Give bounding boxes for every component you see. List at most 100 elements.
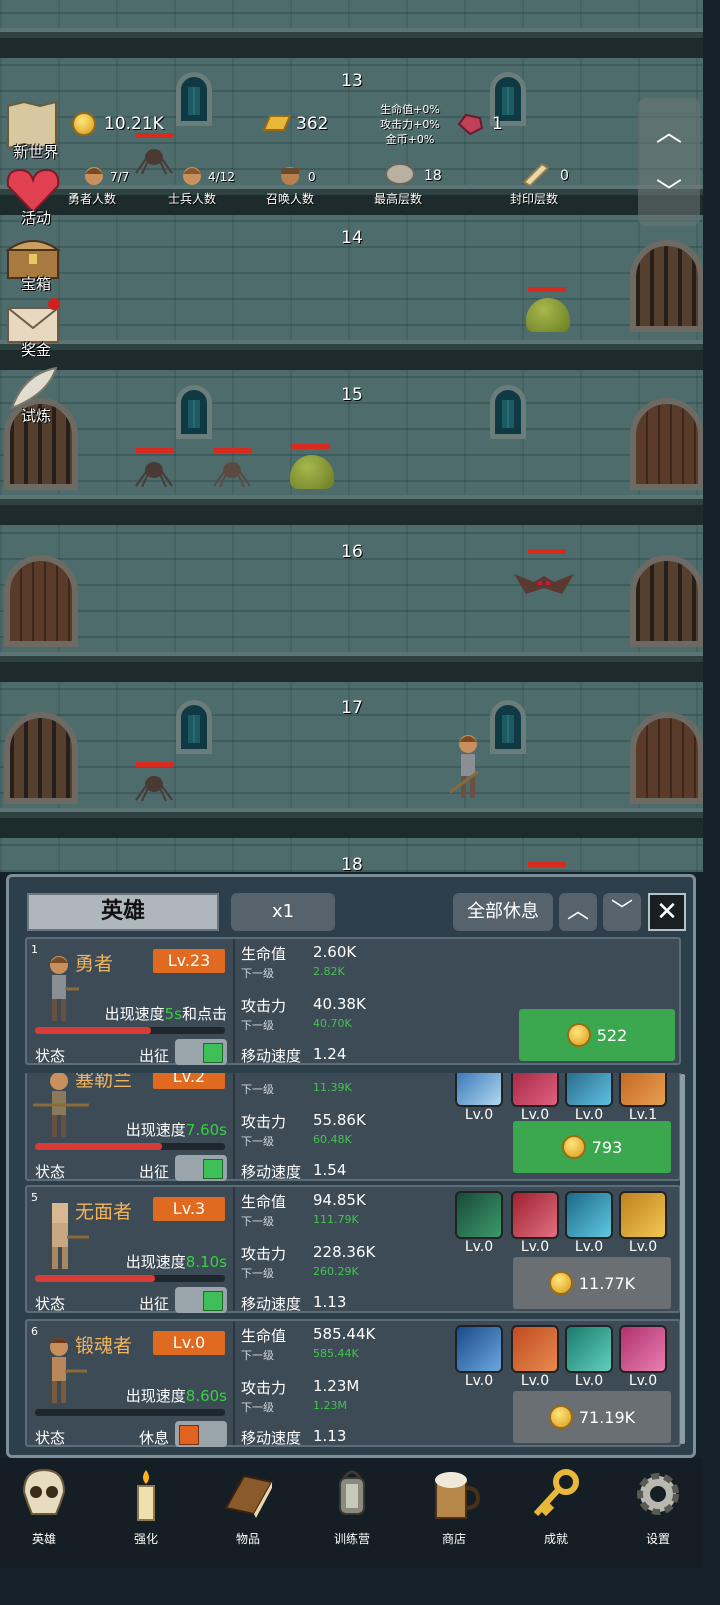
nav-shop-label: 商店 bbox=[441, 1532, 466, 1546]
skill-level: Lv.0 bbox=[520, 1373, 550, 1389]
skill-icon[interactable] bbox=[511, 1073, 559, 1107]
atk-label: 攻击力 bbox=[241, 1379, 287, 1397]
hp-label: 生命值 bbox=[241, 945, 287, 963]
atk-next-value: 40.70K bbox=[313, 1017, 352, 1030]
hp-label: 生命值 bbox=[241, 1193, 287, 1211]
deploy-toggle[interactable] bbox=[175, 1039, 227, 1065]
floor-number: 16 bbox=[341, 542, 363, 562]
spider-enemy[interactable] bbox=[134, 458, 174, 488]
upgrade-button[interactable]: 11.77K bbox=[513, 1257, 671, 1309]
upgrade-button[interactable]: 71.19K bbox=[513, 1391, 671, 1443]
skill-icon[interactable] bbox=[455, 1073, 503, 1107]
deploy-toggle[interactable] bbox=[175, 1155, 227, 1181]
spider-enemy[interactable] bbox=[134, 145, 174, 175]
side-event-button[interactable]: 活动 bbox=[4, 166, 64, 227]
sealed-floor-value: 0 bbox=[560, 168, 569, 184]
window bbox=[176, 700, 212, 754]
spider-enemy[interactable] bbox=[134, 772, 174, 802]
candle-icon bbox=[137, 1470, 155, 1521]
nav-achievement[interactable]: 成就 bbox=[524, 1466, 588, 1547]
window bbox=[176, 72, 212, 126]
side-trial-button[interactable]: 试炼 bbox=[4, 364, 64, 425]
hero-hp-bar bbox=[35, 1143, 225, 1150]
spider-enemy[interactable] bbox=[212, 458, 252, 488]
atk-next-label: 下一级 bbox=[241, 1135, 274, 1148]
coin-icon bbox=[548, 1405, 573, 1429]
close-button[interactable]: ✕ bbox=[648, 893, 686, 931]
nav-enhance[interactable]: 强化 bbox=[114, 1466, 178, 1547]
move-label: 移动速度 bbox=[241, 1429, 302, 1447]
sword-skill-icon[interactable] bbox=[455, 1191, 503, 1239]
hero-card[interactable]: 5 无面者 Lv.3 出现速度8.10s 状态 出征 生命值 94.85K 下一… bbox=[25, 1185, 681, 1313]
hero-unit[interactable] bbox=[448, 730, 488, 802]
status-label: 状态 bbox=[35, 1163, 66, 1181]
door bbox=[630, 555, 703, 647]
door bbox=[4, 555, 78, 647]
buff-list: 生命值+0% 攻击力+0% 金币+0% bbox=[372, 102, 448, 147]
side-reward-button[interactable]: 奖金 bbox=[4, 298, 64, 359]
hp-next-label: 下一级 bbox=[241, 1215, 274, 1228]
enemy-hp-bar bbox=[292, 444, 330, 449]
rest-all-button[interactable]: 全部休息 bbox=[453, 893, 553, 931]
hero-card[interactable]: 塞勒兰 Lv.2 出现速度7.60s 状态 出征 下一级 11.39K 攻击力 … bbox=[25, 1073, 681, 1181]
upgrade-button[interactable]: 522 bbox=[519, 1009, 675, 1061]
boot-skill-icon[interactable] bbox=[619, 1325, 667, 1373]
sword-skill-icon[interactable] bbox=[511, 1191, 559, 1239]
panel-up-button[interactable]: ︿ bbox=[559, 893, 597, 931]
window bbox=[490, 385, 526, 439]
hero-level-badge: Lv.3 bbox=[153, 1197, 225, 1221]
hp-next-value: 585.44K bbox=[313, 1347, 359, 1360]
skill-icon[interactable] bbox=[619, 1073, 667, 1107]
enemy-hp-bar bbox=[136, 762, 174, 767]
skill-icon[interactable] bbox=[565, 1073, 613, 1107]
deploy-label: 出征 bbox=[139, 1047, 170, 1065]
atk-next-value: 1.23M bbox=[313, 1399, 347, 1412]
hero-card[interactable]: 6 锻魂者 Lv.0 出现速度8.60s 状态 休息 生命值 585.44K 下… bbox=[25, 1319, 681, 1447]
side-chest-button[interactable]: 宝箱 bbox=[4, 232, 64, 293]
speed-toggle-button[interactable]: x1 bbox=[231, 893, 335, 931]
nav-shop[interactable]: 商店 bbox=[422, 1466, 486, 1547]
nav-hero[interactable]: 英雄 bbox=[12, 1466, 76, 1547]
hero-hp-bar bbox=[35, 1275, 225, 1282]
enemy-hp-bar bbox=[214, 448, 252, 453]
hp-label: 生命值 bbox=[241, 1327, 287, 1345]
bat-enemy[interactable] bbox=[514, 568, 574, 600]
coin-icon bbox=[548, 1271, 573, 1295]
scroll-up-button[interactable]: ︿ bbox=[656, 112, 682, 149]
nav-training[interactable]: 训练营 bbox=[320, 1466, 384, 1547]
panel-title: 英雄 bbox=[27, 893, 219, 931]
spawn-label: 出现速度 bbox=[104, 1005, 165, 1023]
skill-level: Lv.0 bbox=[628, 1373, 658, 1389]
hero-card[interactable]: 1 勇者 Lv.23 出现速度5s和点击 状态 出征 生命值 2.60K 下一级… bbox=[25, 937, 681, 1065]
deploy-toggle[interactable] bbox=[175, 1287, 227, 1313]
move-value: 1.24 bbox=[313, 1045, 347, 1063]
rest-toggle[interactable] bbox=[175, 1421, 227, 1447]
spawn-value: 5s bbox=[164, 1005, 182, 1023]
enemy-hp-bar bbox=[528, 549, 566, 554]
helmet-skill-icon[interactable] bbox=[619, 1191, 667, 1239]
key-icon bbox=[533, 1469, 579, 1517]
floor-number: 17 bbox=[341, 698, 363, 718]
floor-scroll-panel: ︿ ﹀ bbox=[638, 98, 700, 226]
hero-hp-bar bbox=[35, 1027, 225, 1034]
nav-settings[interactable]: 设置 bbox=[626, 1466, 690, 1547]
beer-mug-icon bbox=[435, 1472, 481, 1519]
hammer-skill-icon[interactable] bbox=[565, 1325, 613, 1373]
scroll-down-button[interactable]: ﹀ bbox=[656, 172, 682, 209]
side-new-world-button[interactable]: 新世界 bbox=[4, 100, 64, 161]
shield-skill-icon[interactable] bbox=[455, 1325, 503, 1373]
move-value: 1.13 bbox=[313, 1427, 347, 1445]
summon-count-label: 召唤人数 bbox=[266, 192, 315, 206]
axe-skill-icon[interactable] bbox=[511, 1325, 559, 1373]
skill-level: Lv.0 bbox=[520, 1239, 550, 1255]
nav-items[interactable]: 物品 bbox=[216, 1466, 280, 1547]
floor-number: 15 bbox=[341, 385, 363, 405]
boot-skill-icon[interactable] bbox=[565, 1191, 613, 1239]
skill-level: Lv.0 bbox=[574, 1373, 604, 1389]
skill-level: Lv.0 bbox=[464, 1107, 494, 1123]
upgrade-button[interactable]: 793 bbox=[513, 1121, 671, 1173]
divider bbox=[233, 939, 235, 1063]
panel-down-button[interactable]: ﹀ bbox=[603, 893, 641, 931]
side-event-label: 活动 bbox=[20, 209, 51, 227]
panel-scrollbar[interactable] bbox=[680, 1074, 685, 1444]
